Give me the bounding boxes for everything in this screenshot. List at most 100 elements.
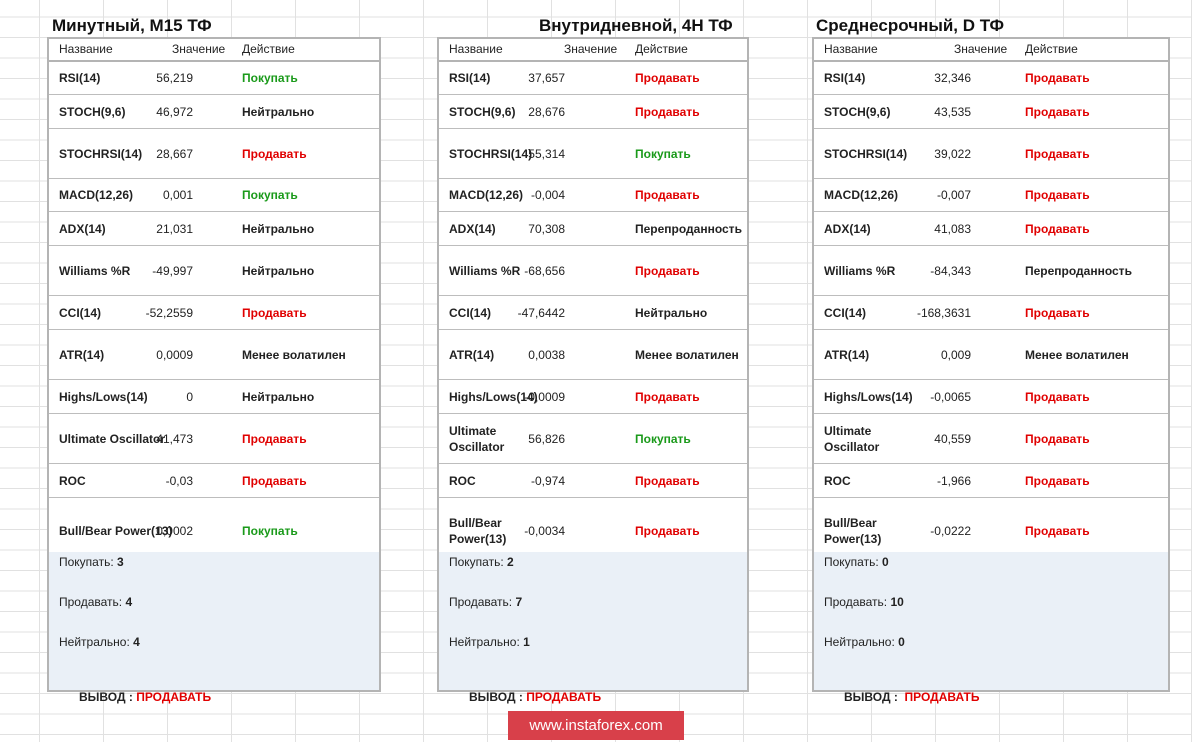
summary-conclusion-label: ВЫВОД :	[79, 690, 137, 704]
indicator-name: Bull/Bear Power(13)	[824, 515, 882, 546]
header-value: Значение	[172, 42, 226, 56]
table-row: ADX(14) 70,308 Перепроданность	[439, 212, 747, 246]
summary-neutral: Нейтрально: 0	[824, 635, 905, 649]
table-header: Название Значение Действие	[439, 39, 747, 62]
summary-buy-count: 3	[117, 555, 124, 569]
indicator-panel-d: Название Значение Действие RSI(14) 32,34…	[812, 37, 1170, 704]
indicator-value: 39,022	[934, 146, 971, 161]
table-row: MACD(12,26) -0,007 Продавать	[814, 179, 1168, 212]
indicator-value: 46,972	[156, 104, 193, 119]
panel-title-d: Среднесрочный, D ТФ	[816, 16, 1005, 35]
table-row: RSI(14) 56,219 Покупать	[49, 62, 379, 95]
indicator-action: Продавать	[1025, 523, 1090, 538]
indicator-action: Менее волатилен	[242, 347, 346, 362]
indicator-value: -0,0009	[524, 389, 565, 404]
indicator-action: Менее волатилен	[635, 347, 739, 362]
indicator-name: ATR(14)	[824, 347, 870, 362]
indicator-value: 0	[186, 389, 193, 404]
indicator-action: Продавать	[242, 305, 307, 320]
summary-buy-label: Покупать:	[824, 555, 883, 569]
indicator-value: 70,308	[528, 221, 565, 236]
summary-buy-count: 2	[507, 555, 514, 569]
table-row: Williams %R -68,656 Продавать	[439, 246, 747, 296]
indicator-value: -0,0034	[524, 523, 565, 538]
indicator-value: -0,03	[165, 473, 193, 488]
table-row: Highs/Lows(14) -0,0009 Продавать	[439, 380, 747, 414]
indicator-action: Продавать	[635, 473, 700, 488]
indicator-panel-4h: Название Значение Действие RSI(14) 37,65…	[437, 37, 749, 704]
indicator-action: Продавать	[635, 263, 700, 278]
indicator-value: 32,346	[934, 71, 971, 85]
summary-conclusion-value: ПРОДАВАТЬ	[136, 690, 212, 704]
table-row: STOCHRSI(14) 28,667 Продавать	[49, 129, 379, 179]
table-row: RSI(14) 32,346 Продавать	[814, 62, 1168, 95]
indicator-value: -84,343	[930, 263, 971, 278]
summary-sell: Продавать: 10	[824, 595, 904, 609]
indicator-value: -68,656	[524, 263, 565, 278]
summary-neutral-label: Нейтрально:	[59, 635, 134, 649]
table-row: Highs/Lows(14) -0,0065 Продавать	[814, 380, 1168, 414]
indicator-action: Продавать	[1025, 188, 1090, 202]
table-row: ADX(14) 41,083 Продавать	[814, 212, 1168, 246]
indicator-action: Перепроданность	[635, 221, 742, 236]
indicator-value: 56,219	[156, 71, 193, 85]
indicator-name: RSI(14)	[824, 71, 866, 85]
indicator-action: Продавать	[1025, 431, 1090, 446]
summary-neutral: Нейтрально: 1	[449, 635, 530, 649]
indicator-value: -0,004	[530, 188, 565, 202]
indicator-value: -0,974	[530, 473, 565, 488]
summary-block: Покупать: 2 Продавать: 7 Нейтрально: 1 В…	[439, 552, 747, 704]
summary-buy-label: Покупать:	[59, 555, 118, 569]
header-value: Значение	[564, 42, 618, 56]
panel-title-4h: Внутридневной, 4H ТФ	[539, 16, 733, 35]
table-row: ATR(14) 0,009 Менее волатилен	[814, 330, 1168, 380]
indicator-value: 0,0038	[528, 347, 565, 362]
summary-conclusion: ВЫВОД : ПРОДАВАТЬ	[59, 676, 211, 718]
summary-conclusion-value: ПРОДАВАТЬ	[526, 690, 602, 704]
summary-sell: Продавать: 4	[59, 595, 132, 609]
indicator-name: MACD(12,26)	[824, 188, 899, 202]
table-row: CCI(14) -47,6442 Нейтрально	[439, 296, 747, 330]
indicator-action: Нейтрально	[242, 104, 315, 119]
header-action: Действие	[242, 42, 295, 56]
indicator-value: 0,001	[162, 188, 193, 202]
table-row: STOCHRSI(14) 39,022 Продавать	[814, 129, 1168, 179]
indicator-action: Нейтрально	[635, 305, 708, 320]
summary-neutral-count: 0	[898, 635, 905, 649]
summary-sell-count: 4	[125, 595, 133, 609]
indicator-value: 28,676	[528, 104, 565, 119]
header-name: Название	[449, 42, 503, 56]
summary-sell-count: 10	[890, 595, 904, 609]
table-row: Williams %R -84,343 Перепроданность	[814, 246, 1168, 296]
table-row: MACD(12,26) -0,004 Продавать	[439, 179, 747, 212]
table-row: ROC -0,03 Продавать	[49, 464, 379, 498]
indicator-panel-m15: Название Значение Действие RSI(14) 56,21…	[47, 37, 381, 704]
indicator-value: 37,657	[528, 71, 565, 85]
indicator-name: CCI(14)	[824, 305, 867, 320]
indicator-action: Продавать	[1025, 305, 1090, 320]
summary-neutral: Нейтрально: 4	[59, 635, 140, 649]
indicator-action: Покупать	[635, 431, 691, 446]
summary-conclusion-label: ВЫВОД :	[844, 690, 905, 704]
indicator-action: Продавать	[242, 146, 307, 161]
table-row: ATR(14) 0,0009 Менее волатилен	[49, 330, 379, 380]
table-row: RSI(14) 37,657 Продавать	[439, 62, 747, 95]
table-row: Ultimate Oscillator 56,826 Покупать	[439, 414, 747, 464]
summary-neutral-count: 1	[523, 635, 530, 649]
indicator-value: 55,314	[528, 146, 565, 161]
table-row: STOCH(9,6) 46,972 Нейтрально	[49, 95, 379, 129]
indicator-action: Продавать	[635, 188, 700, 202]
indicator-value: 0,009	[940, 347, 971, 362]
summary-sell-label: Продавать:	[824, 595, 891, 609]
indicator-action: Продавать	[1025, 104, 1090, 119]
table-row: Highs/Lows(14) 0 Нейтрально	[49, 380, 379, 414]
indicator-name: Highs/Lows(14)	[824, 389, 913, 404]
table-row: STOCHRSI(14) 55,314 Покупать	[439, 129, 747, 179]
indicator-name: MACD(12,26)	[59, 188, 134, 202]
header-name: Название	[59, 42, 113, 56]
table-row: ROC -0,974 Продавать	[439, 464, 747, 498]
indicator-name: Highs/Lows(14)	[59, 389, 148, 404]
summary-conclusion-label: ВЫВОД :	[469, 690, 527, 704]
indicator-action: Продавать	[635, 71, 700, 85]
summary-neutral-label: Нейтрально:	[449, 635, 524, 649]
